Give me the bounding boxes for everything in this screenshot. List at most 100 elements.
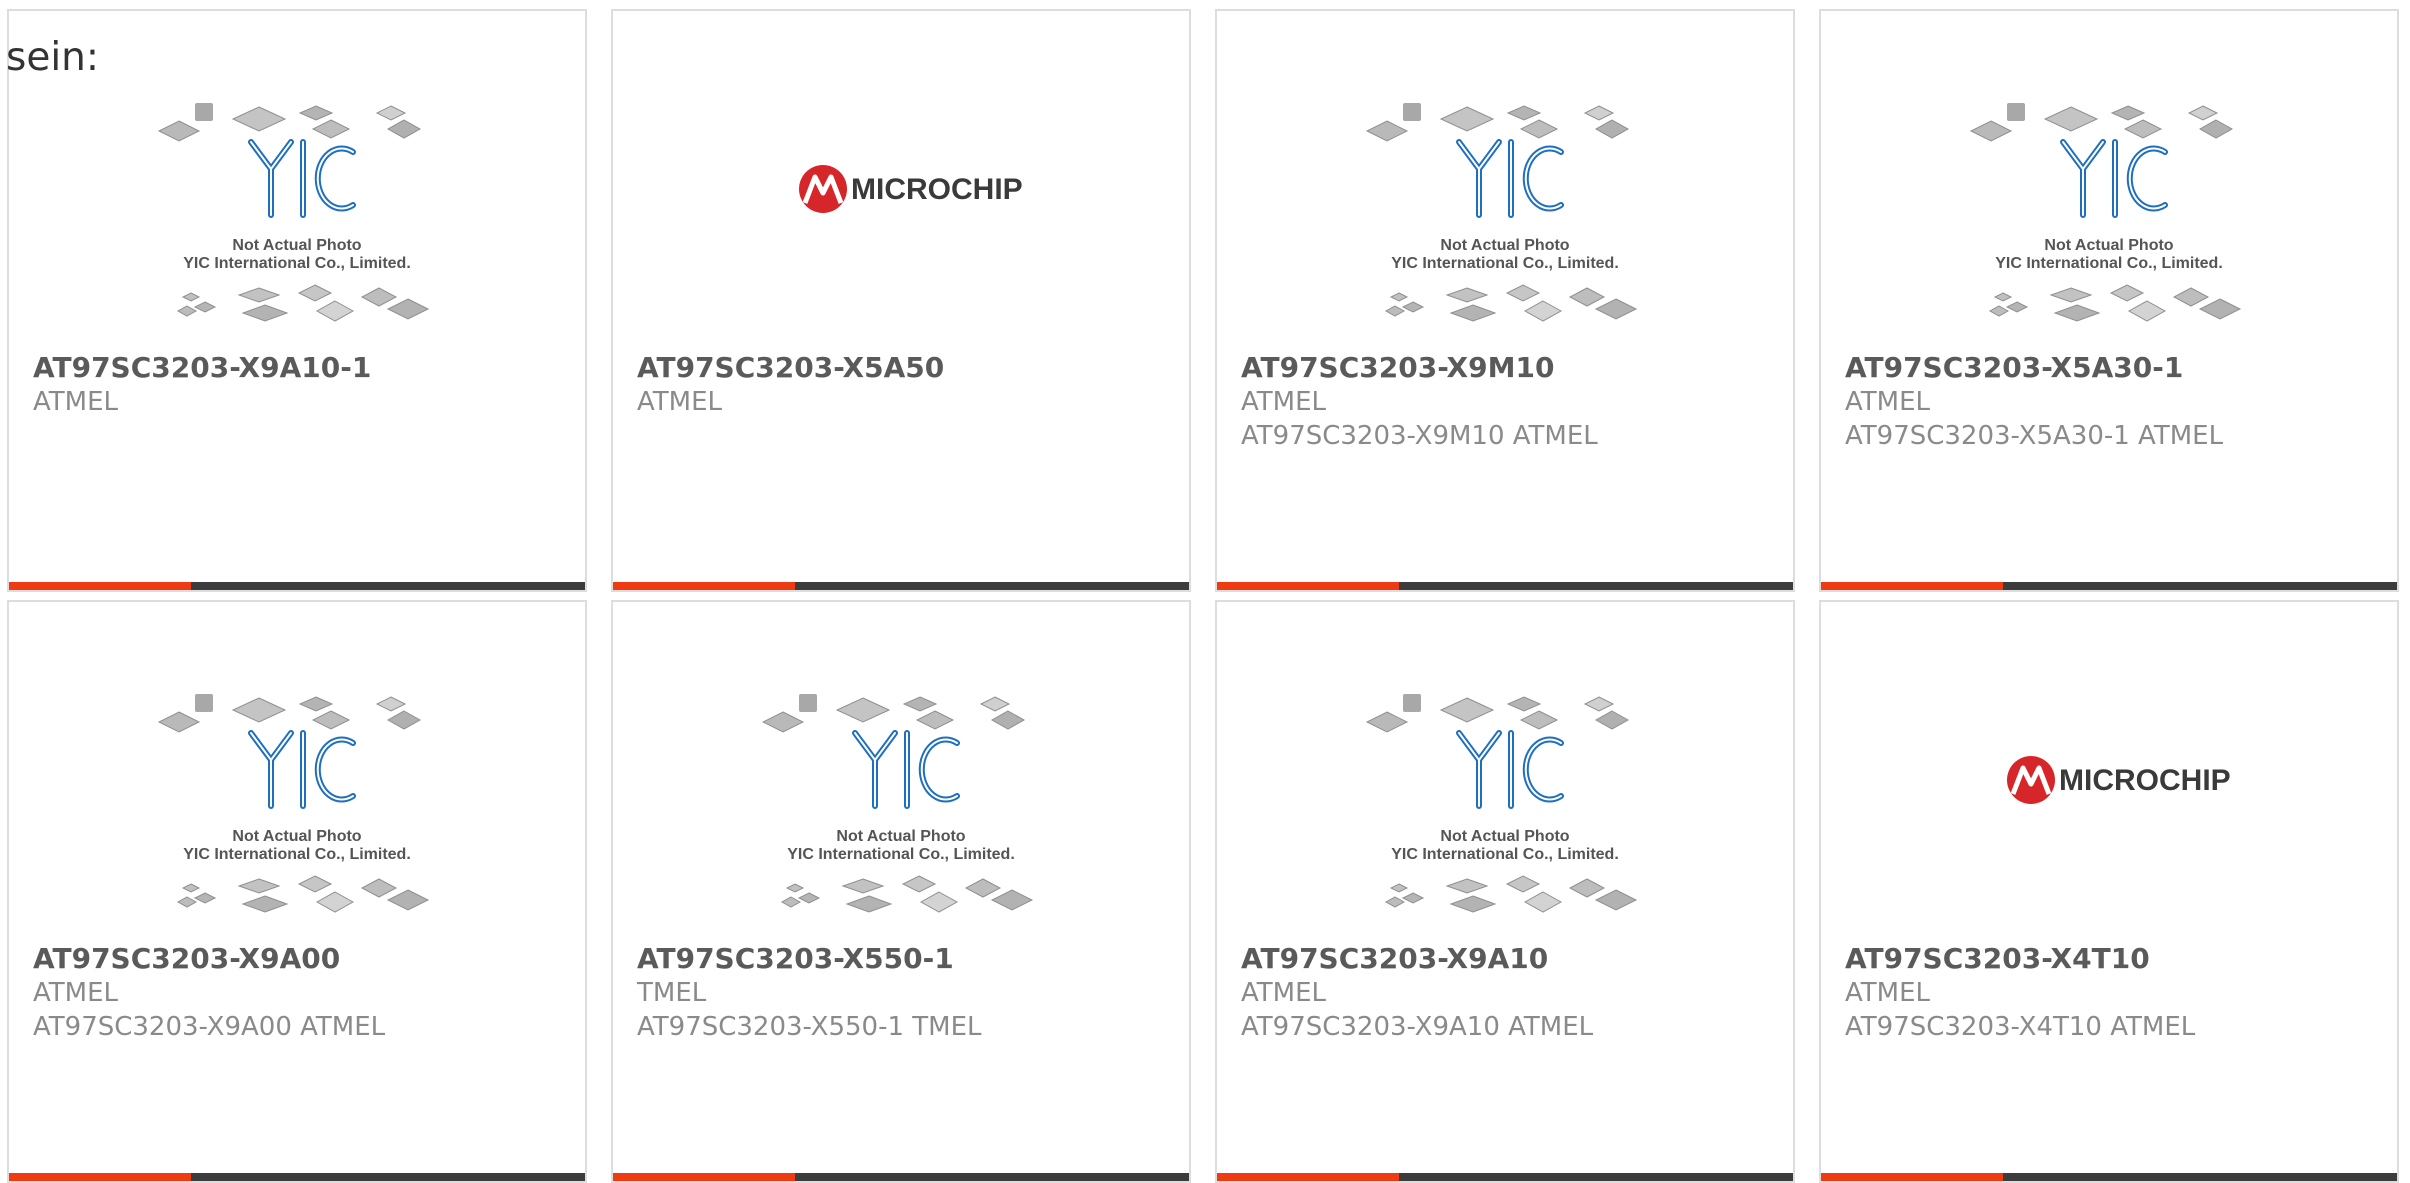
product-card[interactable]: Not Actual Photo YIC International Co., L… — [1215, 600, 1795, 1183]
chip-cluster-bottom — [1988, 284, 2242, 322]
chip-package-icon — [231, 697, 287, 723]
chip-package-icon — [386, 889, 430, 911]
chip-package-icon — [901, 875, 937, 893]
product-description: AT97SC3203-X9A10 ATMEL — [1241, 1012, 1594, 1042]
product-info: AT97SC3203-X550-1 TMEL AT97SC3203-X550-1… — [637, 942, 1179, 1044]
chip-cluster-bottom — [780, 875, 1034, 913]
chip-package-icon — [2198, 119, 2234, 139]
placeholder-caption-line2: YIC International Co., Limited. — [183, 846, 411, 863]
yic-logo-icon — [248, 139, 356, 218]
chip-package-icon — [1594, 119, 1630, 139]
product-name[interactable]: AT97SC3203-X9M10 — [1241, 351, 1783, 385]
product-name[interactable]: AT97SC3203-X9A10 — [1241, 942, 1783, 976]
placeholder-caption-line1: Not Actual Photo — [1440, 237, 1569, 254]
chip-package-icon — [1523, 300, 1563, 322]
product-description: AT97SC3203-X550-1 TMEL — [637, 1012, 982, 1042]
product-name[interactable]: AT97SC3203-X9A10-1 — [33, 351, 575, 385]
chip-package-icon — [2127, 300, 2167, 322]
chip-package-icon — [360, 878, 398, 898]
chip-package-icon — [1506, 105, 1542, 121]
chip-cluster-top — [157, 103, 422, 142]
product-image: Not Actual Photo YIC International Co., L… — [613, 688, 1189, 928]
chip-package-icon — [902, 696, 938, 712]
yic-placeholder-image: Not Actual PhotoYIC International Co., L… — [157, 103, 430, 322]
chip-cluster-top — [761, 694, 1026, 733]
product-name[interactable]: AT97SC3203-X4T10 — [1845, 942, 2387, 976]
chip-package-icon — [297, 284, 333, 302]
chip-package-icon — [1403, 694, 1421, 712]
yic-placeholder-image: Not Actual PhotoYIC International Co., L… — [1969, 103, 2242, 322]
chip-package-icon — [915, 710, 955, 730]
chip-package-icon — [1389, 292, 1409, 302]
chip-package-icon — [797, 892, 821, 904]
chip-cluster-top — [1365, 694, 1630, 733]
placeholder-caption-line2: YIC International Co., Limited. — [1391, 255, 1619, 272]
yic-placeholder-image: Not Actual PhotoYIC International Co., L… — [157, 694, 430, 913]
chip-package-icon — [2007, 103, 2025, 121]
chip-package-icon — [237, 287, 281, 303]
yic-placeholder-image: Not Actual PhotoYIC International Co., L… — [1365, 694, 1638, 913]
chip-package-icon — [298, 105, 334, 121]
product-description: AT97SC3203-X5A30-1 ATMEL — [1845, 421, 2224, 451]
product-card[interactable]: Not Actual Photo YIC International Co., L… — [7, 600, 587, 1183]
microchip-logo-text: MICROCHIP — [2059, 764, 2231, 797]
yic-logo-icon — [1456, 139, 1564, 218]
chip-package-icon — [1519, 119, 1559, 139]
card-footer-accent — [9, 582, 191, 590]
product-info: AT97SC3203-X4T10 ATMEL AT97SC3203-X4T10 … — [1845, 942, 2387, 1044]
chip-package-icon — [1384, 896, 1406, 908]
chip-package-icon — [311, 710, 351, 730]
microchip-logo-icon — [2007, 756, 2055, 804]
product-description: AT97SC3203-X9M10 ATMEL — [1241, 421, 1598, 451]
product-card[interactable]: Not Actual Photo YIC International Co., L… — [7, 9, 587, 592]
chip-cluster-bottom — [176, 875, 430, 913]
chip-package-icon — [1568, 878, 1606, 898]
yic-logo-icon — [248, 730, 356, 809]
product-info: AT97SC3203-X5A50 ATMEL — [637, 351, 1179, 419]
placeholder-caption-line2: YIC International Co., Limited. — [1391, 846, 1619, 863]
chip-package-icon — [785, 883, 805, 893]
chip-package-icon — [315, 891, 355, 913]
chip-package-icon — [231, 106, 287, 132]
chip-package-icon — [841, 878, 885, 894]
microchip-logo-text: MICROCHIP — [851, 173, 1023, 206]
product-image: Not Actual Photo YIC International Co., L… — [9, 97, 585, 337]
chip-package-icon — [990, 710, 1026, 730]
product-card[interactable]: Not Actual Photo YIC International Co., L… — [1215, 9, 1795, 592]
chip-package-icon — [176, 896, 198, 908]
chip-package-icon — [195, 103, 213, 121]
chip-package-icon — [386, 298, 430, 320]
chip-package-icon — [1568, 287, 1606, 307]
product-name[interactable]: AT97SC3203-X5A50 — [637, 351, 1179, 385]
chip-package-icon — [375, 105, 407, 121]
product-card[interactable]: Not Actual Photo YIC International Co., L… — [611, 600, 1191, 1183]
product-name[interactable]: AT97SC3203-X5A30-1 — [1845, 351, 2387, 385]
chip-package-icon — [386, 710, 422, 730]
product-card[interactable]: MICROCHIP AT97SC3203-X4T10 ATMEL AT97SC3… — [1819, 600, 2399, 1183]
product-card[interactable]: Not Actual Photo YIC International Co., L… — [1819, 9, 2399, 592]
microchip-logo-image: MICROCHIP — [799, 165, 1023, 213]
placeholder-caption-line1: Not Actual Photo — [232, 828, 361, 845]
microchip-logo-image: MICROCHIP — [2007, 756, 2231, 804]
product-brand: ATMEL — [1241, 978, 1326, 1008]
chip-package-icon — [157, 120, 201, 142]
product-card[interactable]: MICROCHIP AT97SC3203-X5A50 ATMEL — [611, 9, 1191, 592]
chip-cluster-top — [157, 694, 422, 733]
product-name[interactable]: AT97SC3203-X550-1 — [637, 942, 1179, 976]
product-name[interactable]: AT97SC3203-X9A00 — [33, 942, 575, 976]
chip-cluster-bottom — [176, 284, 430, 322]
card-footer-bar — [1821, 1173, 2397, 1181]
chip-package-icon — [297, 875, 333, 893]
chip-package-icon — [1594, 710, 1630, 730]
card-footer-bar — [613, 582, 1189, 590]
product-image: Not Actual Photo YIC International Co., L… — [1821, 97, 2397, 337]
chip-package-icon — [799, 694, 817, 712]
placeholder-caption-line2: YIC International Co., Limited. — [787, 846, 1015, 863]
card-footer-accent — [9, 1173, 191, 1181]
chip-package-icon — [1401, 301, 1425, 313]
chip-package-icon — [919, 891, 959, 913]
card-footer-bar — [613, 1173, 1189, 1181]
chip-package-icon — [1505, 284, 1541, 302]
chip-package-icon — [1505, 875, 1541, 893]
chip-package-icon — [1506, 696, 1542, 712]
